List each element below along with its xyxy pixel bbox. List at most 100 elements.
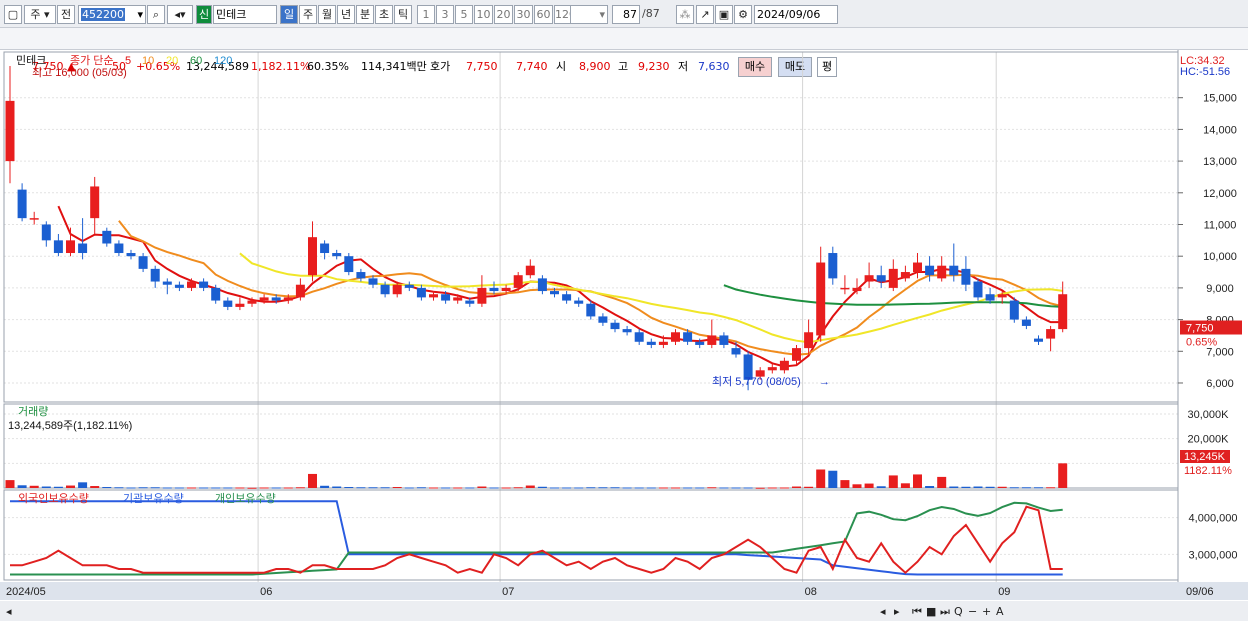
new-badge: 신 (196, 5, 212, 24)
high-note: 최고 16,000 (05/03) (32, 66, 127, 79)
volume-bar (308, 473, 317, 488)
volume-bar (562, 487, 572, 489)
gear-icon[interactable]: ⚙ (734, 5, 752, 24)
candle-body (695, 341, 705, 345)
volume-bar (489, 487, 499, 489)
candle-body (126, 253, 136, 257)
interval-button[interactable]: 5 (455, 5, 473, 24)
volume-bar (416, 487, 426, 489)
individual-line (10, 501, 1063, 576)
candle-body (199, 281, 209, 288)
candle-body (441, 294, 451, 301)
current-pct-label: 0.65% (1186, 337, 1217, 349)
volume-bar (598, 487, 608, 489)
scroll-control: − (968, 605, 977, 618)
candle-body (767, 367, 777, 371)
interval-select[interactable]: ▾ (570, 5, 608, 24)
candle-body (416, 287, 426, 298)
draw-icon[interactable]: ↗ (696, 5, 714, 24)
candle-body (187, 281, 196, 288)
save-icon[interactable]: ▣ (715, 5, 733, 24)
foreign-line (10, 505, 1063, 575)
period-tab[interactable]: 일 (280, 5, 298, 24)
volume-bar (441, 487, 451, 489)
type-select-value: 주 (30, 8, 41, 21)
volume-bar (949, 486, 959, 488)
price-chart[interactable]: 6,0007,0008,0009,00010,00011,00012,00013… (0, 50, 1248, 621)
code-input[interactable]: 452200 ▾ (78, 5, 146, 24)
candle-body (271, 297, 281, 301)
interval-button[interactable]: 60 (534, 5, 553, 24)
volume-bar (235, 487, 245, 489)
price-tick-label: 12,000 (1203, 188, 1237, 200)
volume-bar (126, 487, 136, 489)
candle-body (658, 341, 668, 345)
price-tick-label: 14,000 (1203, 124, 1237, 136)
period-tab[interactable]: 주 (299, 5, 317, 24)
scroll-control: ■ (926, 605, 936, 618)
stock-name[interactable]: 민테크 (213, 5, 277, 24)
volume-bar (1021, 487, 1031, 489)
count-input[interactable]: 87 (612, 5, 640, 24)
candle-body (707, 335, 717, 345)
candle-body (501, 287, 511, 292)
axes: 6,0007,0008,0009,00010,00011,00012,00013… (0, 50, 1248, 621)
candle-body (66, 240, 75, 254)
link-icon[interactable]: ⁂ (676, 5, 694, 24)
scroll-control: ⏭ (940, 605, 950, 618)
date-input[interactable]: 2024/09/06 (754, 5, 838, 24)
volume-bar (550, 487, 559, 489)
volume-bar (199, 487, 209, 489)
candle-body (223, 300, 233, 307)
candle-body (404, 284, 414, 288)
candle-body (550, 291, 559, 295)
scroll-control: ⏮ (912, 605, 922, 618)
period-tab[interactable]: 분 (356, 5, 374, 24)
candle-body (102, 230, 112, 244)
candle-body (1058, 294, 1068, 330)
price-tick-label: 9,000 (1206, 283, 1234, 295)
search-icon[interactable]: ⌕ (147, 5, 165, 24)
candle-body (719, 335, 729, 345)
x-tick-label-last: 09/06 (1186, 586, 1214, 598)
scroll-control: Q (954, 605, 963, 618)
period-tab[interactable]: 초 (375, 5, 393, 24)
volume-bar (719, 487, 729, 489)
market-select[interactable]: 전 (57, 5, 75, 24)
volume-bar (1046, 487, 1056, 489)
volume-bar (17, 485, 27, 488)
candle-body (913, 262, 922, 273)
volume-bar (1009, 487, 1019, 489)
holder-legend: 개인보유수량 (215, 492, 276, 505)
candle-body (1009, 300, 1019, 320)
period-tab[interactable]: 년 (337, 5, 355, 24)
volume-bar (888, 475, 898, 488)
volume-bar (973, 486, 983, 488)
hc-label: HC:-51.56 (1180, 66, 1230, 78)
volume-bar (344, 487, 354, 489)
volume-bar (1058, 463, 1068, 488)
period-tab[interactable]: 월 (318, 5, 336, 24)
candle-body (937, 265, 947, 279)
interval-button[interactable]: 10 (474, 5, 493, 24)
candle-body (1046, 329, 1056, 339)
candle-body (392, 284, 402, 295)
interval-button[interactable]: 3 (436, 5, 454, 24)
candle-body (610, 322, 620, 330)
candle-body (852, 287, 862, 292)
interval-button[interactable]: 1 (417, 5, 435, 24)
type-select[interactable]: 주 ▾ (24, 5, 56, 24)
period-tab[interactable]: 틱 (394, 5, 412, 24)
speaker-icon[interactable]: ◂▾ (167, 5, 193, 24)
candle-body (864, 275, 874, 282)
scroll-control: ▸ (894, 605, 900, 618)
window-icon[interactable]: ▢ (4, 5, 22, 24)
candle-body (477, 287, 487, 304)
interval-button[interactable]: 30 (514, 5, 533, 24)
volume-bar (453, 487, 463, 489)
volume-bar (211, 487, 221, 489)
volume-bar (622, 487, 632, 489)
interval-button[interactable]: 20 (494, 5, 513, 24)
volume-bar (695, 487, 705, 489)
price-tick-label: 15,000 (1203, 93, 1237, 105)
